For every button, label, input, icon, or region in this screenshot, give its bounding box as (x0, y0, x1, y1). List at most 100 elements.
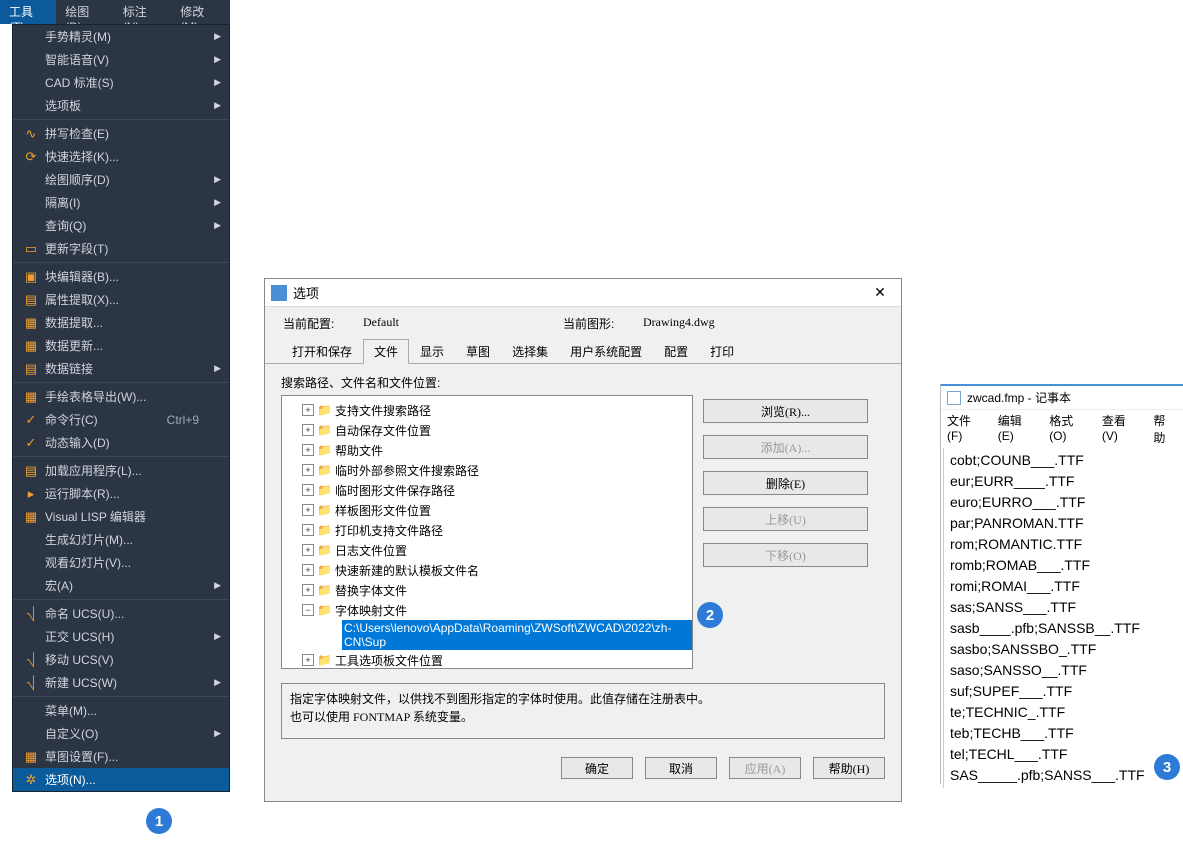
tree-node-label: 样板图形文件位置 (335, 502, 431, 519)
expand-icon[interactable]: + (302, 404, 314, 416)
menu-item-icon: ✲ (21, 772, 41, 788)
notepad-menu-item[interactable]: 文件(F) (947, 412, 986, 446)
menu-item[interactable]: CAD 标准(S) ▶ (13, 71, 229, 94)
menu-item[interactable]: ▤ 属性提取(X)... (13, 288, 229, 311)
menu-item[interactable]: ⎷ 移动 UCS(V) (13, 648, 229, 671)
menu-item[interactable]: ▭ 更新字段(T) (13, 237, 229, 260)
tab-item[interactable]: 显示 (409, 339, 455, 364)
menu-tools[interactable]: 工具(T) (0, 0, 56, 24)
expand-icon[interactable]: + (302, 424, 314, 436)
menu-item[interactable]: ▦ 数据提取... (13, 311, 229, 334)
expand-icon[interactable]: + (302, 484, 314, 496)
tree-selected-path[interactable]: C:\Users\lenovo\AppData\Roaming\ZWSoft\Z… (342, 620, 692, 650)
tree-node[interactable]: +📁临时外部参照文件搜索路径 (282, 460, 692, 480)
menu-item[interactable]: ⎷ 命名 UCS(U)... (13, 602, 229, 625)
close-icon[interactable]: ✕ (865, 282, 895, 304)
expand-icon[interactable]: + (302, 654, 314, 666)
menu-item-label: 草图设置(F)... (41, 748, 199, 765)
tree-node[interactable]: +📁自动保存文件位置 (282, 420, 692, 440)
annotation-badge-2: 2 (697, 602, 723, 628)
tree-node[interactable]: +📁帮助文件 (282, 440, 692, 460)
menu-item[interactable]: 查询(Q) ▶ (13, 214, 229, 237)
menu-item[interactable]: ∿ 拼写检查(E) (13, 122, 229, 145)
menu-item-label: 快速选择(K)... (41, 148, 199, 165)
menu-item[interactable]: ✓ 动态输入(D) (13, 431, 229, 454)
browse-button[interactable]: 浏览(R)... (703, 399, 868, 423)
menu-item[interactable]: ⎷ 新建 UCS(W) ▶ (13, 671, 229, 694)
cancel-button[interactable]: 取消 (645, 757, 717, 779)
menu-item-shortcut: Ctrl+9 (167, 413, 211, 427)
tree-node[interactable]: +📁快速新建的默认模板文件名 (282, 560, 692, 580)
tab-item[interactable]: 打印 (699, 339, 745, 364)
help-button[interactable]: 帮助(H) (813, 757, 885, 779)
tab-item[interactable]: 草图 (455, 339, 501, 364)
notepad-menu-item[interactable]: 格式(O) (1049, 412, 1090, 446)
apply-button: 应用(A) (729, 757, 801, 779)
menu-item[interactable]: ▦ 手绘表格导出(W)... (13, 385, 229, 408)
delete-button[interactable]: 删除(E) (703, 471, 868, 495)
tab-item[interactable]: 打开和保存 (281, 339, 363, 364)
tab-item[interactable]: 配置 (653, 339, 699, 364)
menu-item[interactable]: 宏(A) ▶ (13, 574, 229, 597)
expand-icon[interactable]: + (302, 464, 314, 476)
ok-button[interactable]: 确定 (561, 757, 633, 779)
tree-node[interactable]: +📁支持文件搜索路径 (282, 400, 692, 420)
tree-node[interactable]: +📁工具选项板文件位置 (282, 650, 692, 669)
menu-item[interactable]: ▦ 草图设置(F)... (13, 745, 229, 768)
expand-icon[interactable]: + (302, 444, 314, 456)
menu-draw[interactable]: 绘图(D) (56, 0, 114, 24)
tree-node[interactable]: +📁日志文件位置 (282, 540, 692, 560)
menu-item[interactable]: 正交 UCS(H) ▶ (13, 625, 229, 648)
tab-item[interactable]: 文件 (363, 339, 409, 364)
menu-item[interactable]: 隔离(I) ▶ (13, 191, 229, 214)
notepad-window: zwcad.fmp - 记事本 文件(F)编辑(E)格式(O)查看(V)帮助 c… (940, 384, 1183, 784)
menu-item[interactable]: ▤ 加载应用程序(L)... (13, 459, 229, 482)
menu-annotate[interactable]: 标注(N) (114, 0, 172, 24)
tree-node[interactable]: +📁打印机支持文件路径 (282, 520, 692, 540)
notepad-menu-item[interactable]: 编辑(E) (998, 412, 1037, 446)
menu-item-label: 选项板 (41, 97, 199, 114)
menu-item-label: 生成幻灯片(M)... (41, 531, 199, 548)
menu-item[interactable]: 绘图顺序(D) ▶ (13, 168, 229, 191)
menu-item-label: 手绘表格导出(W)... (41, 388, 199, 405)
menu-item[interactable]: ✓ 命令行(C) Ctrl+9 (13, 408, 229, 431)
submenu-arrow-icon: ▶ (211, 677, 221, 688)
tree-node[interactable]: +📁替换字体文件 (282, 580, 692, 600)
expand-icon[interactable]: + (302, 564, 314, 576)
moveup-button: 上移(U) (703, 507, 868, 531)
menu-modify[interactable]: 修改(M) (171, 0, 230, 24)
menu-item[interactable]: ▤ 数据链接 ▶ (13, 357, 229, 380)
menu-item-label: 命令行(C) (41, 411, 167, 428)
notepad-menu-item[interactable]: 查看(V) (1102, 412, 1141, 446)
expand-icon[interactable]: + (302, 504, 314, 516)
menu-item[interactable]: ▦ 数据更新... (13, 334, 229, 357)
tree-node[interactable]: +📁临时图形文件保存路径 (282, 480, 692, 500)
menu-item[interactable]: 智能语音(V) ▶ (13, 48, 229, 71)
menu-item[interactable]: 菜单(M)... (13, 699, 229, 722)
menu-item[interactable]: ⟳ 快速选择(K)... (13, 145, 229, 168)
tree-node[interactable]: −📁字体映射文件 (282, 600, 692, 620)
file-paths-tree[interactable]: +📁支持文件搜索路径+📁自动保存文件位置+📁帮助文件+📁临时外部参照文件搜索路径… (281, 395, 693, 669)
menu-item[interactable]: ✲ 选项(N)... (13, 768, 229, 791)
movedown-button: 下移(O) (703, 543, 868, 567)
menu-item[interactable]: 自定义(O) ▶ (13, 722, 229, 745)
notepad-body[interactable]: cobt;COUNB___.TTFeur;EURR____.TTFeuro;EU… (943, 448, 1183, 788)
menu-item-label: 新建 UCS(W) (41, 674, 199, 691)
tree-node-label: 临时外部参照文件搜索路径 (335, 462, 479, 479)
folder-icon: 📁 (317, 443, 332, 457)
expand-icon[interactable]: + (302, 524, 314, 536)
tab-item[interactable]: 选择集 (501, 339, 559, 364)
expand-icon[interactable]: − (302, 604, 314, 616)
menu-item[interactable]: ▦ Visual LISP 编辑器 (13, 505, 229, 528)
expand-icon[interactable]: + (302, 544, 314, 556)
tree-node[interactable]: +📁样板图形文件位置 (282, 500, 692, 520)
expand-icon[interactable]: + (302, 584, 314, 596)
tab-item[interactable]: 用户系统配置 (559, 339, 653, 364)
menu-item[interactable]: 选项板 ▶ (13, 94, 229, 117)
menu-item[interactable]: ▸ 运行脚本(R)... (13, 482, 229, 505)
menu-item[interactable]: ▣ 块编辑器(B)... (13, 265, 229, 288)
menu-item[interactable]: 生成幻灯片(M)... (13, 528, 229, 551)
notepad-menu-item[interactable]: 帮助 (1153, 412, 1177, 446)
menu-item[interactable]: 观看幻灯片(V)... (13, 551, 229, 574)
menu-item[interactable]: 手势精灵(M) ▶ (13, 25, 229, 48)
